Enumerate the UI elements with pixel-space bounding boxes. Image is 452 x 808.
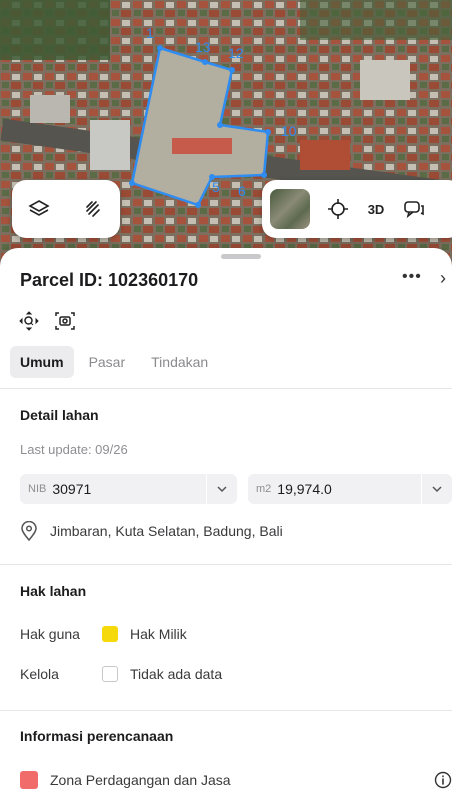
crosshair-icon[interactable] <box>320 191 356 227</box>
tab-tindakan[interactable]: Tindakan <box>140 346 219 378</box>
info-icon[interactable] <box>434 771 452 789</box>
basemap-thumbnail[interactable] <box>270 189 310 229</box>
location-pin-icon <box>20 521 40 541</box>
rights-label: Kelola <box>20 666 59 682</box>
more-options-button[interactable]: ••• <box>402 268 422 286</box>
vertex-label: 6 <box>238 183 246 199</box>
map-tools-right: 3D <box>262 180 452 238</box>
divider <box>0 388 452 389</box>
nib-prefix: NIB <box>28 483 47 495</box>
tab-umum[interactable]: Umum <box>10 346 74 378</box>
map-tools-left <box>12 180 120 238</box>
rights-row-hak-guna: Hak guna Hak Milik <box>20 626 187 642</box>
color-swatch <box>102 666 118 682</box>
rights-label: Hak guna <box>20 626 80 642</box>
layers-icon[interactable] <box>21 191 57 227</box>
parcel-bottom-sheet: Parcel ID: 102360170 ••• › Umum Pasar Ti… <box>0 248 452 808</box>
rights-value: Tidak ada data <box>130 666 223 682</box>
chat-icon[interactable] <box>396 191 432 227</box>
vertex-label: 10 <box>281 123 297 139</box>
section-title-planning: Informasi perencanaan <box>20 728 174 744</box>
section-title-detail: Detail lahan <box>20 407 99 423</box>
last-update-text: Last update: 09/26 <box>20 442 128 457</box>
tab-pasar[interactable]: Pasar <box>78 346 137 378</box>
vertex-label: 13 <box>195 39 211 55</box>
close-chevron-icon[interactable]: › <box>440 268 446 289</box>
area-select[interactable]: m2 19,974.0 <box>248 474 452 504</box>
color-swatch <box>102 626 118 642</box>
tab-bar: Umum Pasar Tindakan <box>10 346 219 378</box>
nib-value: 30971 <box>52 481 92 497</box>
location-text: Jimbaran, Kuta Selatan, Badung, Bali <box>50 523 283 539</box>
section-title-rights: Hak lahan <box>20 583 87 599</box>
page-title: Parcel ID: 102360170 <box>20 270 199 290</box>
rights-row-kelola: Kelola Tidak ada data <box>20 666 222 682</box>
area-value: 19,974.0 <box>277 481 332 497</box>
screenshot-icon[interactable] <box>54 310 76 332</box>
chevron-down-icon <box>421 474 452 504</box>
location-row: Jimbaran, Kuta Selatan, Badung, Bali <box>20 521 283 541</box>
zone-color-swatch <box>20 771 38 789</box>
sheet-drag-handle[interactable] <box>221 254 261 259</box>
nib-select[interactable]: NIB 30971 <box>20 474 237 504</box>
rights-value: Hak Milik <box>130 626 187 642</box>
vertex-label: 1 <box>146 25 154 41</box>
divider <box>0 564 452 565</box>
chevron-down-icon <box>206 474 237 504</box>
draw-icon[interactable] <box>75 191 111 227</box>
area-prefix: m2 <box>256 483 272 495</box>
zone-row[interactable]: Zona Perdagangan dan Jasa <box>20 771 452 789</box>
3d-toggle-button[interactable]: 3D <box>356 202 396 217</box>
zoom-to-parcel-icon[interactable] <box>18 310 40 332</box>
divider <box>0 710 452 711</box>
vertex-label: 5 <box>212 179 220 195</box>
zone-text: Zona Perdagangan dan Jasa <box>50 772 231 788</box>
vertex-label: 12 <box>228 45 244 61</box>
